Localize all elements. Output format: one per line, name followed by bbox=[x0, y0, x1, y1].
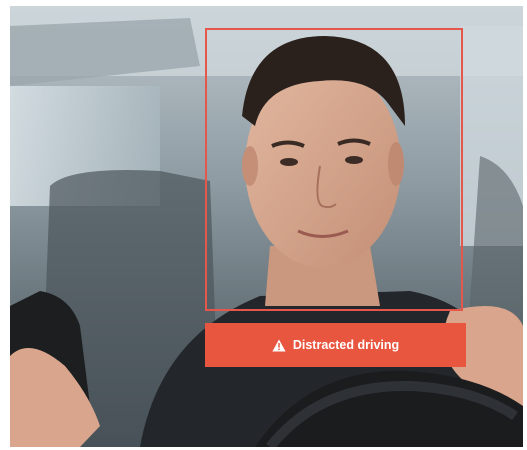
alert-label: Distracted driving bbox=[292, 338, 400, 352]
warning-triangle-icon bbox=[272, 339, 286, 351]
face-detection-box bbox=[205, 28, 463, 311]
distracted-driving-alert: Distracted driving bbox=[205, 323, 466, 367]
camera-frame: Distracted driving bbox=[10, 6, 523, 447]
